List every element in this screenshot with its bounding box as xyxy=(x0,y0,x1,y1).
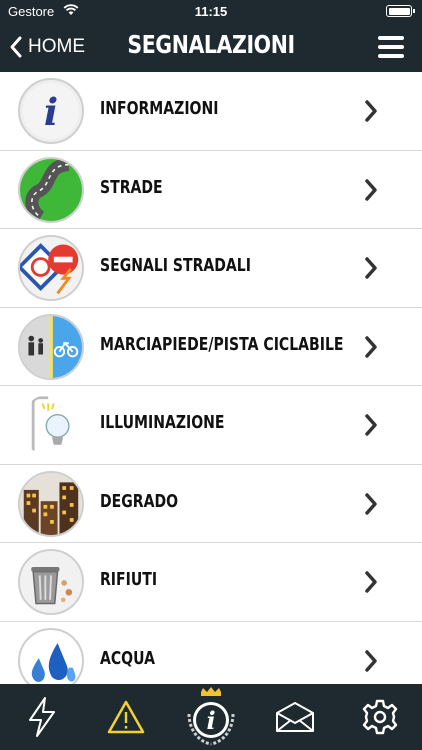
svg-text:i: i xyxy=(44,90,58,134)
tab-messages[interactable] xyxy=(253,684,337,750)
chevron-right-icon xyxy=(365,257,377,279)
chevron-right-icon xyxy=(365,492,377,515)
decay-buildings-icon xyxy=(18,470,84,537)
street-light-icon xyxy=(18,392,84,458)
category-list: i INFORMAZIONI STRADE SEGNALI STRADALI M… xyxy=(0,72,422,684)
list-item-label: MARCIAPIEDE/PISTA CICLABILE xyxy=(100,333,344,355)
status-bar: Gestore 11:15 xyxy=(0,0,422,22)
tab-warning[interactable] xyxy=(84,684,168,750)
tab-lightning[interactable] xyxy=(0,684,84,750)
bottom-tab-bar: i xyxy=(0,684,422,750)
tab-settings[interactable] xyxy=(338,684,422,750)
gear-icon xyxy=(362,699,398,735)
hamburger-icon-bar xyxy=(378,45,404,49)
sidewalk-bike-lane-icon xyxy=(18,313,84,380)
chevron-right-icon xyxy=(365,178,377,201)
chevron-right-icon xyxy=(365,335,377,358)
chevron-right-icon xyxy=(365,649,377,672)
list-item-informazioni[interactable]: i INFORMAZIONI xyxy=(0,72,422,151)
list-item-label: RIFIUTI xyxy=(100,569,158,590)
list-item-acqua[interactable]: ACQUA xyxy=(0,622,422,684)
chevron-left-icon xyxy=(10,36,22,58)
list-item-label: STRADE xyxy=(100,176,163,198)
list-item-label: ILLUMINAZIONE xyxy=(100,412,225,433)
battery-icon xyxy=(386,5,415,17)
list-item-rifiuti[interactable]: RIFIUTI xyxy=(0,543,422,622)
list-item-label: DEGRADO xyxy=(100,490,179,512)
list-item-label: INFORMAZIONI xyxy=(100,98,219,119)
road-signs-icon xyxy=(18,235,84,301)
list-item-label: SEGNALI STRADALI xyxy=(100,255,251,276)
warning-icon xyxy=(107,700,145,734)
municipal-info-crest-icon: i xyxy=(187,687,235,746)
chevron-right-icon xyxy=(365,414,377,436)
list-item-label: ACQUA xyxy=(100,647,155,669)
road-icon xyxy=(18,156,84,223)
list-item-illuminazione[interactable]: ILLUMINAZIONE xyxy=(0,386,422,465)
tab-municipal-info[interactable]: i xyxy=(169,684,253,750)
chevron-right-icon xyxy=(365,100,377,122)
hamburger-icon-bar xyxy=(378,54,404,58)
status-time: 11:15 xyxy=(194,4,228,19)
water-drops-icon xyxy=(18,627,84,684)
info-icon: i xyxy=(18,78,84,144)
list-item-strade[interactable]: STRADE xyxy=(0,151,422,229)
trash-bin-icon xyxy=(18,549,84,615)
nav-bar: HOME SEGNALAZIONI xyxy=(0,22,422,72)
list-item-segnali-stradali[interactable]: SEGNALI STRADALI xyxy=(0,229,422,308)
hamburger-icon-bar xyxy=(378,36,404,40)
list-item-marciapiede-pista-ciclabile[interactable]: MARCIAPIEDE/PISTA CICLABILE xyxy=(0,308,422,386)
chevron-right-icon xyxy=(365,571,377,593)
envelope-icon xyxy=(276,702,314,732)
lightning-icon xyxy=(29,697,55,737)
list-item-degrado[interactable]: DEGRADO xyxy=(0,465,422,543)
page-title: SEGNALAZIONI xyxy=(127,30,295,59)
menu-button[interactable] xyxy=(378,36,404,58)
svg-text:i: i xyxy=(206,706,215,735)
